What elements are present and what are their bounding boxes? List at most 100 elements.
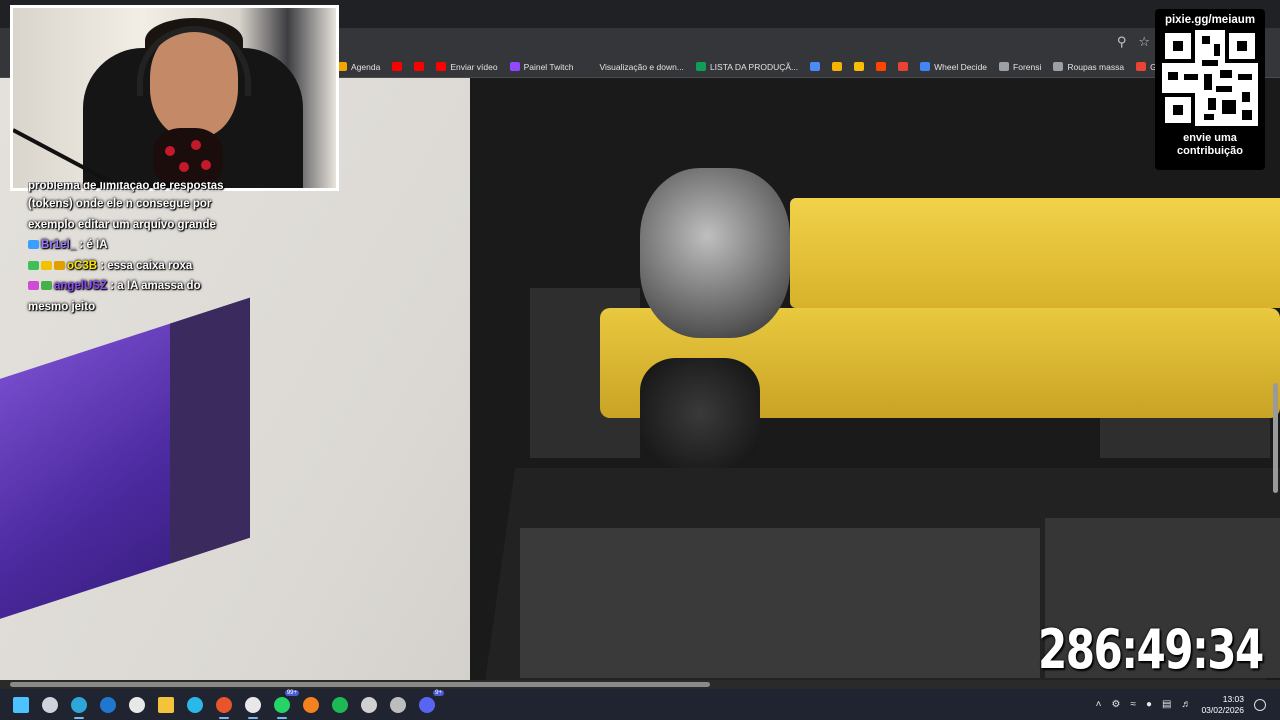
bookmark-item[interactable] — [876, 62, 887, 71]
chrome-icon[interactable] — [242, 694, 264, 719]
bookmark-item[interactable] — [854, 62, 865, 71]
clock-date: 03/02/2026 — [1201, 704, 1244, 715]
chrome-icon-glyph — [245, 696, 261, 713]
zoom-icon[interactable]: ⚲ — [1117, 34, 1127, 50]
bookmark-label: Wheel Decide — [934, 61, 988, 72]
microphone-icon[interactable]: ● — [1146, 699, 1152, 710]
bookmark-item[interactable] — [810, 62, 821, 71]
windows-start-icon-glyph — [13, 696, 29, 713]
bookmark-item[interactable]: Painel Twitch — [509, 62, 574, 72]
notification-badge: 99+ — [284, 689, 299, 696]
streaming-app-icon-glyph — [216, 696, 232, 713]
chat-message: (tokens) onde ele n consegue por — [28, 194, 268, 215]
horizontal-scrollbar-thumb[interactable] — [10, 682, 710, 687]
reddit-icon — [876, 62, 887, 71]
qr-url: pixie.gg/meiaum — [1164, 14, 1256, 26]
page-icon — [585, 62, 596, 71]
qr-caption-line1: envie uma — [1183, 132, 1237, 144]
task-view-icon-glyph — [42, 696, 58, 713]
bookmark-item[interactable]: Enviar vídeo — [436, 61, 498, 72]
spotify-icon[interactable] — [329, 694, 351, 716]
bookmark-item[interactable]: Visualização e down... — [585, 61, 684, 72]
vertical-scrollbar[interactable] — [1271, 78, 1280, 680]
yellow-robot-image — [600, 128, 1280, 468]
webcam-overlay — [10, 5, 339, 191]
qr-caption-line2: contribuição — [1176, 145, 1243, 157]
bookmark-item[interactable]: Agenda — [337, 62, 380, 72]
chat-message: oC3B : essa caixa roxa — [28, 256, 268, 277]
vertical-scrollbar-thumb[interactable] — [1273, 383, 1278, 493]
chat-text: mesmo jeito — [28, 300, 96, 313]
wifi-icon[interactable]: ≈ — [1130, 699, 1136, 710]
bookmark-label: Agenda — [351, 61, 381, 72]
chat-message: exemplo editar um arquivo grande — [28, 215, 268, 236]
cloud-icon-glyph — [303, 696, 319, 713]
discord-icon[interactable]: 9+ — [416, 689, 444, 716]
bookmark-item[interactable] — [392, 62, 403, 71]
network-app-icon[interactable]: ⚙ — [1111, 699, 1120, 710]
bookmark-item[interactable] — [832, 62, 843, 71]
cortana-icon[interactable] — [184, 694, 206, 716]
youtube-icon — [392, 62, 403, 71]
task-view-icon[interactable] — [39, 694, 61, 716]
purple-box-image — [0, 297, 250, 639]
bot-icon[interactable] — [358, 694, 380, 716]
chevron-up-icon[interactable]: ˄ — [1096, 699, 1102, 710]
bookmark-label: Enviar vídeo — [450, 61, 498, 72]
bookmark-item[interactable] — [414, 62, 425, 71]
chat-message: problema de limitação de respostas — [28, 182, 268, 194]
bookmark-item[interactable]: Forensi — [999, 62, 1041, 72]
outlook-icon[interactable] — [97, 694, 119, 716]
volume-icon[interactable]: ♬ — [1181, 699, 1191, 710]
discord-icon-glyph — [419, 696, 435, 713]
bookmark-label: Roupas massa — [1067, 61, 1125, 72]
folder-icon — [1053, 62, 1064, 71]
streaming-app-icon[interactable] — [213, 694, 235, 719]
sheets-icon — [695, 62, 706, 71]
chat-badge-icon — [28, 240, 39, 250]
chat-message: Br1el_ : é IA — [28, 235, 268, 256]
bookmark-item[interactable] — [898, 62, 909, 71]
bookmark-item[interactable]: Wheel Decide — [920, 62, 987, 72]
stream-timer: 286:49:34 — [1038, 618, 1264, 681]
bookmark-label: Forensi — [1013, 61, 1042, 72]
bot-icon-glyph — [361, 696, 377, 713]
screen: ⚲ ☆ Agenda Enviar vídeo Painel Twitch Visua… — [0, 0, 1280, 720]
cloud-icon[interactable] — [300, 694, 322, 716]
bookmark-item[interactable]: LISTA DA PRODUÇÃ... — [695, 62, 798, 72]
globe-icon — [999, 62, 1010, 71]
youtube-icon — [414, 62, 425, 71]
store-icon-glyph — [129, 696, 145, 713]
clock[interactable]: 13:03 03/02/2026 — [1201, 694, 1244, 716]
qr-caption: envie uma contribuição — [1155, 132, 1265, 158]
notification-icon[interactable] — [1254, 698, 1266, 711]
chat-text: a IA amassa do — [117, 280, 201, 292]
clock-time: 13:03 — [1222, 693, 1244, 704]
notification-badge: 9+ — [433, 689, 444, 696]
chat-text: é IA — [86, 239, 108, 251]
edge-icon[interactable] — [68, 694, 90, 719]
file-explorer-icon[interactable] — [155, 694, 177, 716]
store-icon[interactable] — [126, 694, 148, 716]
chat-badge-icon — [28, 260, 39, 270]
obs-icon[interactable] — [387, 694, 409, 716]
whatsapp-icon-glyph — [274, 696, 290, 713]
chat-username: Br1el_ — [41, 239, 77, 251]
windows-start-icon[interactable] — [10, 694, 32, 716]
star-icon[interactable]: ☆ — [1138, 34, 1150, 50]
whatsapp-icon[interactable]: 99+ — [271, 689, 299, 719]
chat-message: mesmo jeito — [28, 297, 268, 318]
edge-icon-glyph — [71, 696, 87, 713]
network-icon[interactable]: ▤ — [1162, 699, 1171, 710]
chat-text: essa caixa roxa — [107, 259, 193, 272]
gmail-icon — [1136, 62, 1147, 71]
file-explorer-icon-glyph — [158, 696, 174, 713]
bookmark-label: Visualização e down... — [599, 61, 684, 72]
taskbar: 99+ 9+ ˄ ⚙ ≈ ● ▤ ♬ 13:03 03/02/2026 — [0, 689, 1280, 720]
gmail-icon — [898, 62, 909, 71]
spotify-icon-glyph — [332, 696, 348, 713]
bookmark-item[interactable]: Roupas massa — [1053, 62, 1124, 72]
horizontal-scrollbar[interactable] — [0, 680, 1280, 689]
chat-badge-icon — [28, 281, 39, 291]
system-tray: ˄ ⚙ ≈ ● ▤ ♬ 13:03 03/02/2026 — [1096, 689, 1280, 720]
